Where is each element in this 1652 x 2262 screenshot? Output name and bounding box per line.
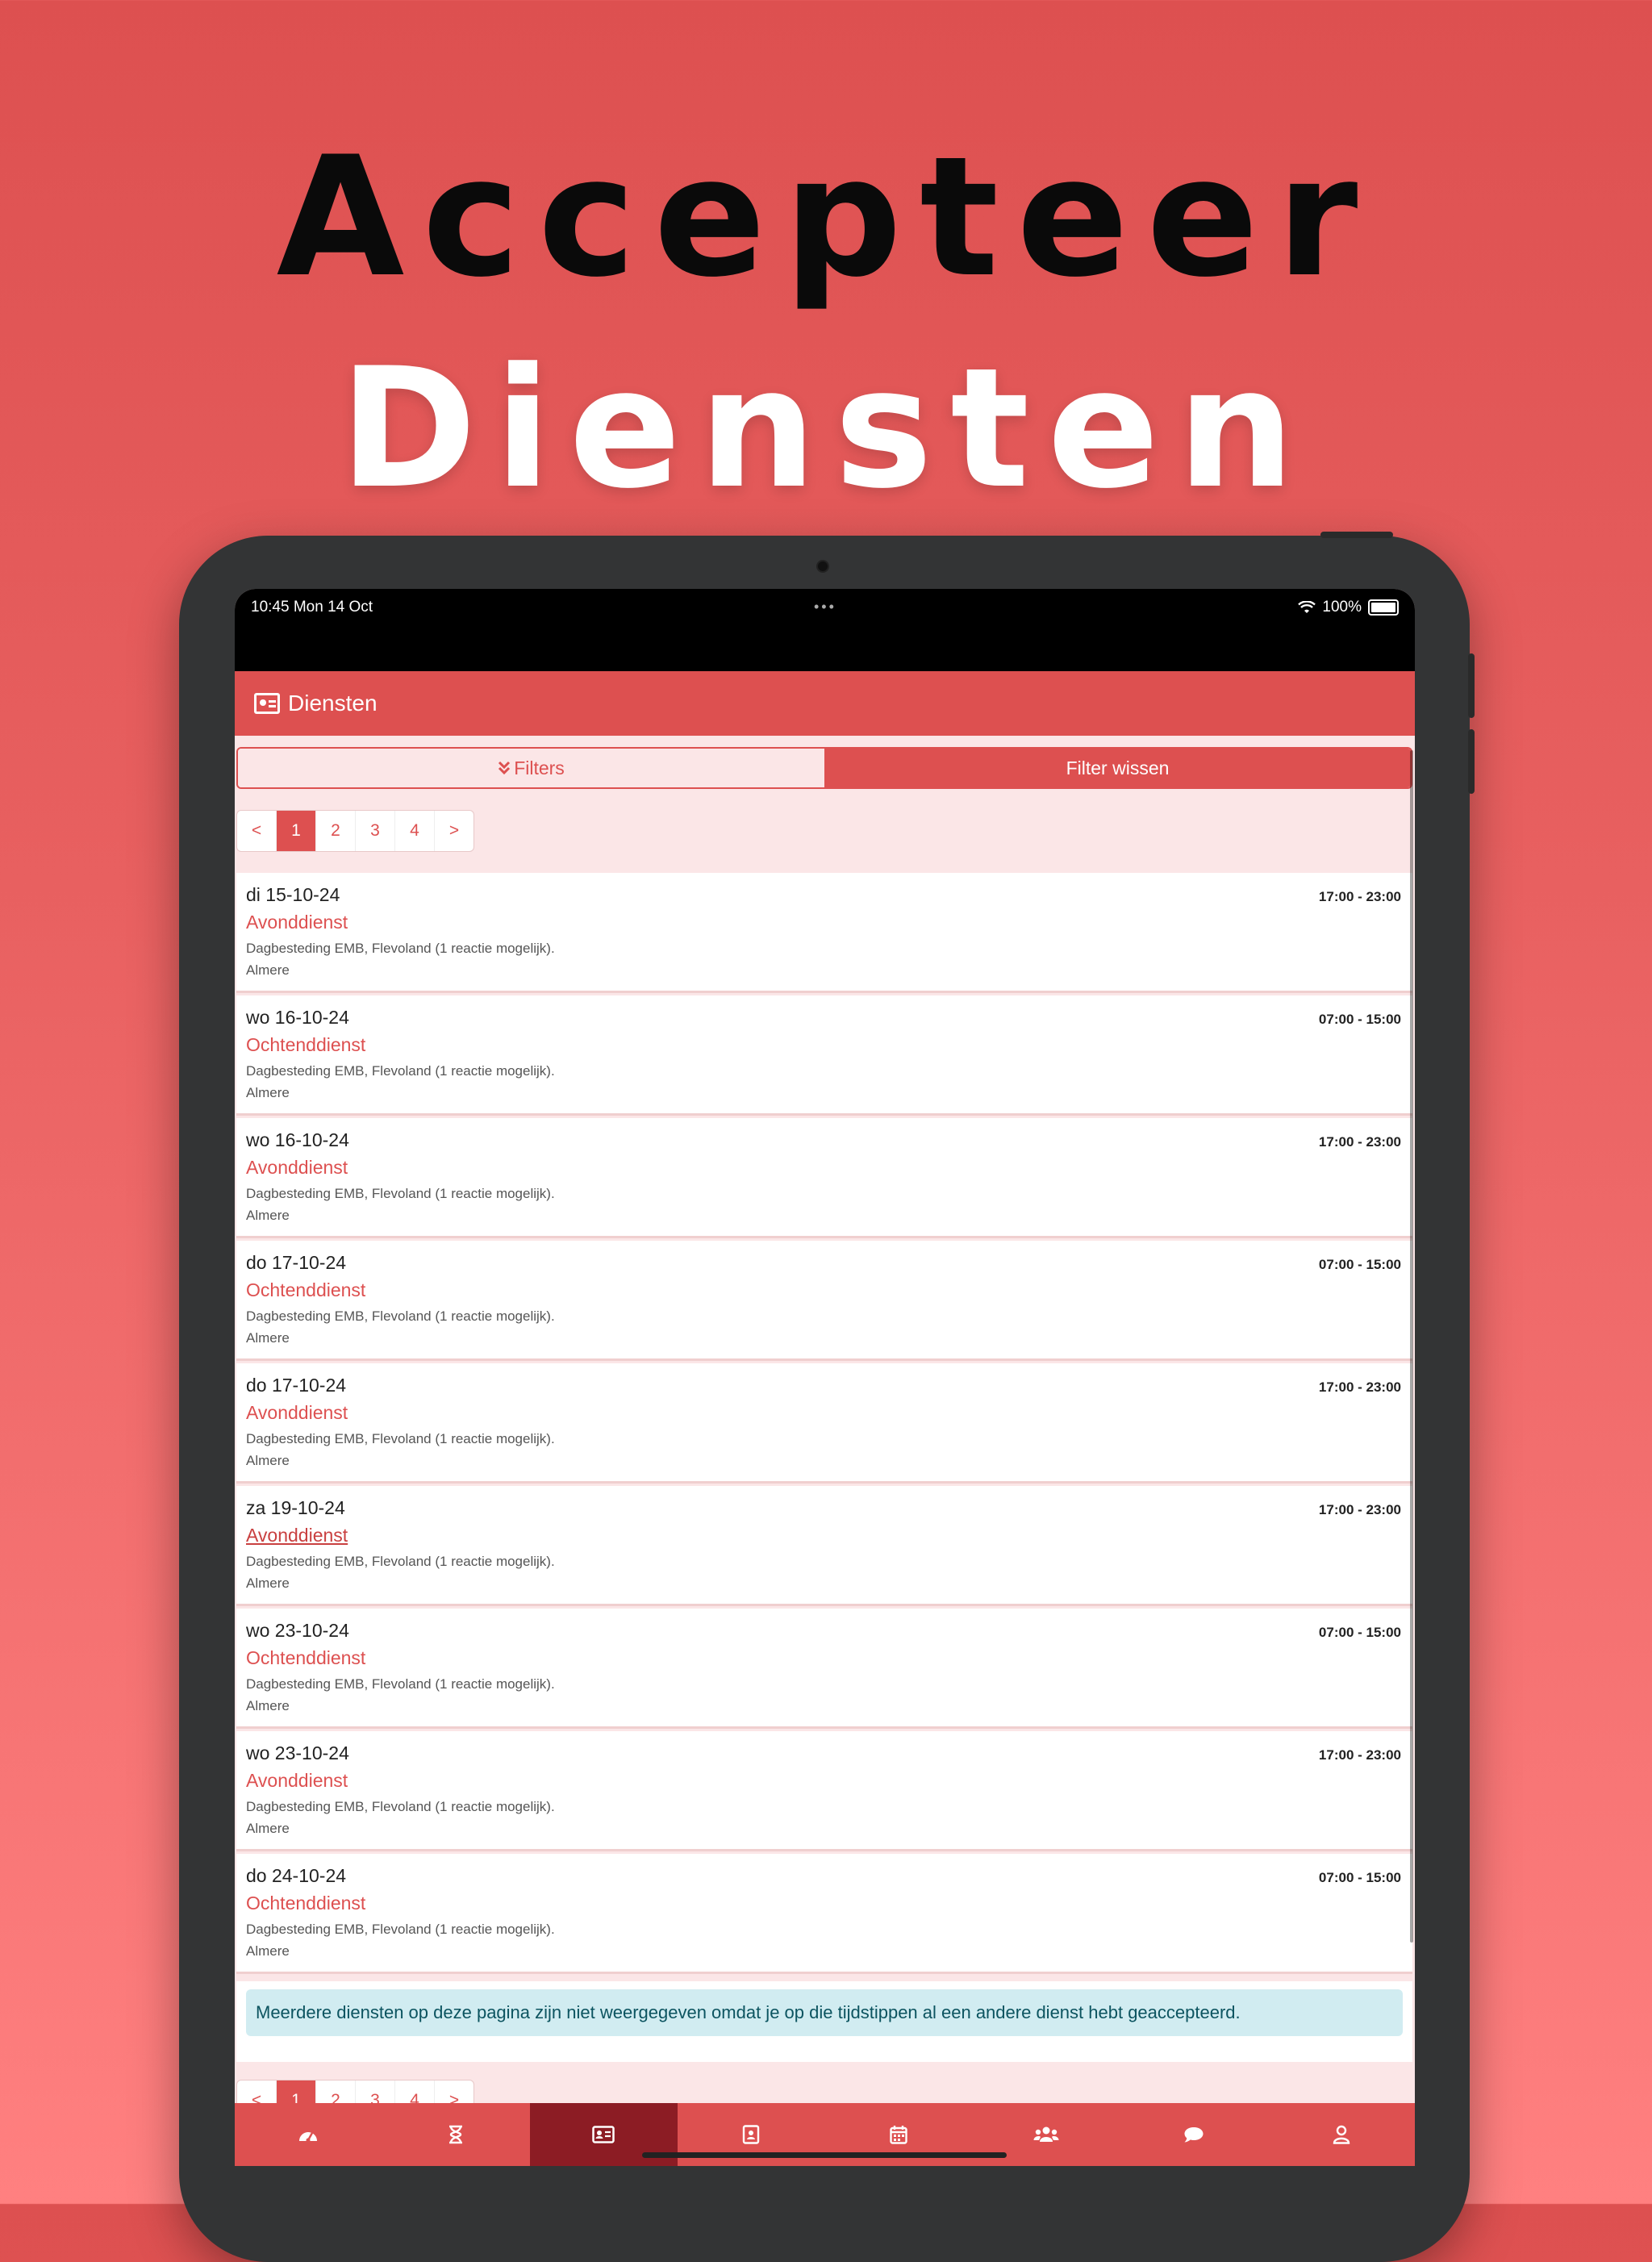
page-2[interactable]: 2 <box>316 811 356 851</box>
id-card-icon <box>592 2126 615 2143</box>
headline-line2: Diensten <box>339 333 1313 525</box>
shift-date: do 17-10-24 <box>246 1252 347 1273</box>
shift-type-link[interactable]: Avonddienst <box>246 1525 348 1546</box>
shift-type-link[interactable]: Avonddienst <box>246 1770 348 1792</box>
shift-type-link[interactable]: Ochtenddienst <box>246 1279 365 1301</box>
shift-time: 07:00 - 15:00 <box>1318 1012 1401 1027</box>
filters-label: Filters <box>514 757 565 778</box>
shift-description: Dagbesteding EMB, Flevoland (1 reactie m… <box>246 1063 555 1079</box>
shift-type-link[interactable]: Ochtenddienst <box>246 1034 365 1056</box>
id-card-icon <box>254 693 280 714</box>
shift-description: Dagbesteding EMB, Flevoland (1 reactie m… <box>246 1799 555 1814</box>
shift-city: Almere <box>246 1943 290 1959</box>
shift-time: 17:00 - 23:00 <box>1318 1502 1401 1517</box>
battery-percent: 100% <box>1322 599 1362 616</box>
shift-item[interactable]: wo 23-10-24 17:00 - 23:00 Avonddienst Da… <box>236 1731 1412 1849</box>
shift-list: di 15-10-24 17:00 - 23:00 Avonddienst Da… <box>236 873 1412 1976</box>
volume-up-button <box>1468 653 1475 718</box>
app-header: Diensten <box>235 671 1415 736</box>
app-screen: 10:45 Mon 14 Oct ••• 100% Diensten Filte… <box>235 589 1415 2166</box>
wifi-icon <box>1298 601 1316 613</box>
status-time: 10:45 Mon 14 Oct <box>251 599 373 616</box>
shift-description: Dagbesteding EMB, Flevoland (1 reactie m… <box>246 1308 555 1324</box>
status-bar: 10:45 Mon 14 Oct ••• 100% <box>235 589 1415 671</box>
shift-time: 07:00 - 15:00 <box>1318 1625 1401 1640</box>
shift-date: do 24-10-24 <box>246 1865 347 1886</box>
nav-dashboard[interactable] <box>235 2103 382 2166</box>
headline-line1: Accepteer <box>276 122 1376 314</box>
nav-hourglass[interactable] <box>382 2103 530 2166</box>
shift-description: Dagbesteding EMB, Flevoland (1 reactie m… <box>246 1922 555 1937</box>
clear-filter-button[interactable]: Filter wissen <box>824 749 1411 787</box>
shift-date: di 15-10-24 <box>246 884 340 905</box>
pagination-top: < 1 2 3 4 > <box>236 810 474 852</box>
multitask-dots[interactable]: ••• <box>814 599 836 616</box>
page-1[interactable]: 1 <box>277 811 316 851</box>
shift-date: wo 16-10-24 <box>246 1129 349 1150</box>
shift-city: Almere <box>246 1208 290 1223</box>
shift-type-link[interactable]: Avonddienst <box>246 1157 348 1179</box>
double-chevron-down-icon <box>499 761 511 775</box>
contact-book-icon <box>742 2125 760 2144</box>
shift-time: 17:00 - 23:00 <box>1318 1134 1401 1150</box>
shift-type-link[interactable]: Ochtenddienst <box>246 1893 365 1914</box>
camera <box>816 560 829 573</box>
info-alert: Meerdere diensten op deze pagina zijn ni… <box>246 1989 1403 2036</box>
shift-city: Almere <box>246 962 290 978</box>
shift-city: Almere <box>246 1821 290 1836</box>
shift-description: Dagbesteding EMB, Flevoland (1 reactie m… <box>246 1676 555 1692</box>
shift-description: Dagbesteding EMB, Flevoland (1 reactie m… <box>246 1554 555 1569</box>
hourglass-icon <box>449 2125 463 2144</box>
page-prev[interactable]: < <box>237 811 277 851</box>
shift-item[interactable]: do 24-10-24 07:00 - 15:00 Ochtenddienst … <box>236 1854 1412 1972</box>
nav-profile[interactable] <box>1267 2103 1415 2166</box>
user-icon <box>1333 2125 1350 2144</box>
shift-date: wo 16-10-24 <box>246 1007 349 1028</box>
shift-description: Dagbesteding EMB, Flevoland (1 reactie m… <box>246 1186 555 1201</box>
calendar-icon <box>890 2126 907 2144</box>
shift-description: Dagbesteding EMB, Flevoland (1 reactie m… <box>246 1431 555 1446</box>
volume-down-button <box>1468 729 1475 794</box>
users-icon <box>1033 2126 1059 2142</box>
page-title: Diensten <box>288 691 378 716</box>
shift-time: 07:00 - 15:00 <box>1318 1257 1401 1272</box>
shift-date: wo 23-10-24 <box>246 1620 349 1641</box>
shift-item[interactable]: do 17-10-24 07:00 - 15:00 Ochtenddienst … <box>236 1241 1412 1358</box>
home-indicator[interactable] <box>642 2152 1007 2158</box>
shift-item[interactable]: di 15-10-24 17:00 - 23:00 Avonddienst Da… <box>236 873 1412 991</box>
shift-item[interactable]: wo 23-10-24 07:00 - 15:00 Ochtenddienst … <box>236 1609 1412 1726</box>
top-button <box>1320 532 1393 538</box>
shift-date: wo 23-10-24 <box>246 1742 349 1763</box>
filters-toggle-button[interactable]: Filters <box>238 749 824 787</box>
shift-type-link[interactable]: Avonddienst <box>246 1402 348 1424</box>
shift-time: 17:00 - 23:00 <box>1318 1747 1401 1763</box>
filter-bar: Filters Filter wissen <box>236 747 1412 789</box>
shift-item[interactable]: do 17-10-24 17:00 - 23:00 Avonddienst Da… <box>236 1363 1412 1481</box>
scrollbar[interactable] <box>1410 750 1413 1943</box>
shift-time: 07:00 - 15:00 <box>1318 1870 1401 1885</box>
nav-chat[interactable] <box>1120 2103 1267 2166</box>
shift-time: 17:00 - 23:00 <box>1318 1379 1401 1395</box>
notice-panel: Meerdere diensten op deze pagina zijn ni… <box>236 1981 1412 2062</box>
shift-city: Almere <box>246 1698 290 1713</box>
shift-item[interactable]: wo 16-10-24 17:00 - 23:00 Avonddienst Da… <box>236 1118 1412 1236</box>
shift-item[interactable]: wo 16-10-24 07:00 - 15:00 Ochtenddienst … <box>236 995 1412 1113</box>
chat-icon <box>1184 2127 1204 2143</box>
page-3[interactable]: 3 <box>356 811 395 851</box>
shift-description: Dagbesteding EMB, Flevoland (1 reactie m… <box>246 941 555 956</box>
dashboard-icon <box>299 2132 318 2143</box>
shift-type-link[interactable]: Ochtenddienst <box>246 1647 365 1669</box>
page-4[interactable]: 4 <box>395 811 435 851</box>
page-next[interactable]: > <box>435 811 473 851</box>
shift-city: Almere <box>246 1575 290 1591</box>
shift-time: 17:00 - 23:00 <box>1318 889 1401 904</box>
shift-city: Almere <box>246 1330 290 1346</box>
shift-date: za 19-10-24 <box>246 1497 345 1518</box>
shift-date: do 17-10-24 <box>246 1375 347 1396</box>
shift-type-link[interactable]: Avonddienst <box>246 912 348 933</box>
shift-city: Almere <box>246 1085 290 1100</box>
shift-item[interactable]: za 19-10-24 17:00 - 23:00 Avonddienst Da… <box>236 1486 1412 1604</box>
shift-city: Almere <box>246 1453 290 1468</box>
battery-icon <box>1368 599 1399 616</box>
